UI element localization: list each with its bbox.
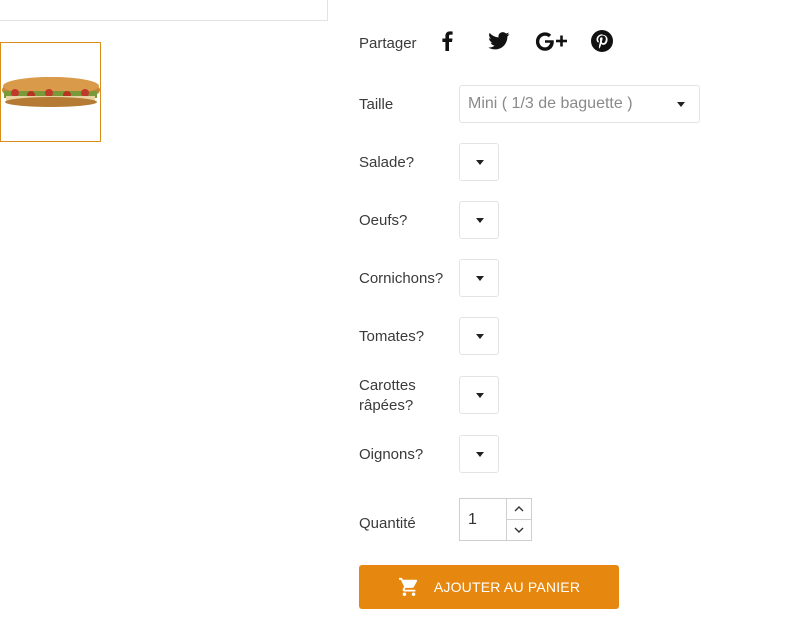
- eggs-select[interactable]: [459, 201, 499, 239]
- salad-select[interactable]: [459, 143, 499, 181]
- share-label: Partager: [359, 35, 417, 52]
- salad-label: Salade?: [359, 154, 415, 171]
- chevron-down-icon: [476, 218, 484, 223]
- twitter-icon[interactable]: [484, 28, 514, 54]
- chevron-down-icon: [476, 276, 484, 281]
- carrots-label-line2: râpées?: [359, 397, 414, 414]
- pinterest-icon[interactable]: [587, 28, 617, 54]
- size-select[interactable]: Mini ( 1/3 de baguette ): [459, 85, 700, 123]
- onions-select[interactable]: [459, 435, 499, 473]
- chevron-down-icon: [476, 334, 484, 339]
- pickles-select[interactable]: [459, 259, 499, 297]
- carrots-select[interactable]: [459, 376, 499, 414]
- quantity-input[interactable]: 1: [459, 498, 507, 541]
- quantity-stepper: 1: [459, 498, 532, 541]
- cart-icon: [398, 577, 418, 597]
- chevron-up-icon: [514, 506, 524, 512]
- chevron-down-icon: [677, 102, 685, 107]
- quantity-decrease-button[interactable]: [506, 519, 532, 541]
- facebook-icon[interactable]: [432, 28, 462, 54]
- carrots-label-line1: Carottes: [359, 377, 416, 394]
- eggs-label: Oeufs?: [359, 212, 408, 229]
- tomatoes-label: Tomates?: [359, 328, 425, 345]
- tomatoes-select[interactable]: [459, 317, 499, 355]
- chevron-down-icon: [476, 452, 484, 457]
- sandwich-image: [1, 43, 100, 141]
- quantity-label: Quantité: [359, 515, 416, 532]
- chevron-down-icon: [476, 160, 484, 165]
- size-selected-value: Mini ( 1/3 de baguette ): [468, 95, 633, 112]
- product-thumbnail[interactable]: [0, 42, 101, 142]
- carrots-label: Carottes râpées?: [359, 376, 416, 416]
- chevron-down-icon: [514, 527, 524, 533]
- size-label: Taille: [359, 96, 394, 113]
- quantity-increase-button[interactable]: [506, 498, 532, 520]
- onions-label: Oignons?: [359, 446, 424, 463]
- add-to-cart-button[interactable]: AJOUTER AU PANIER: [359, 565, 619, 609]
- main-product-image: [0, 0, 328, 21]
- google-plus-icon[interactable]: [533, 28, 569, 54]
- chevron-down-icon: [476, 393, 484, 398]
- add-to-cart-label: AJOUTER AU PANIER: [433, 579, 581, 595]
- pickles-label: Cornichons?: [359, 270, 444, 287]
